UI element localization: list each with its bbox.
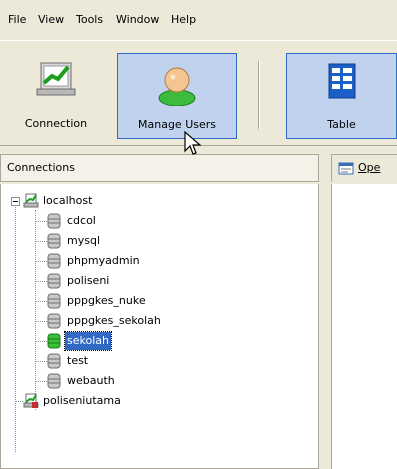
- collapse-icon[interactable]: [11, 197, 20, 206]
- right-panel-content: [331, 184, 397, 469]
- menu-window[interactable]: Window: [112, 12, 163, 28]
- table-button[interactable]: Table: [286, 53, 397, 139]
- tree-node-database[interactable]: test: [1, 352, 301, 370]
- tree-node-label: webauth: [67, 374, 115, 387]
- tab-open-label: Ope: [358, 161, 381, 174]
- tree-node-label: poliseni: [67, 274, 110, 287]
- tree-node-localhost[interactable]: localhost: [1, 192, 301, 210]
- open-icon: [338, 161, 354, 180]
- connections-panel-title: Connections: [0, 154, 319, 182]
- mouse-cursor-icon: [184, 130, 204, 160]
- tree-node-label: cdcol: [67, 214, 96, 227]
- tree-branch: [15, 401, 23, 402]
- tree-node-label: pppgkes_nuke: [67, 294, 146, 307]
- tab-open[interactable]: Ope: [331, 154, 397, 182]
- tree-node-database[interactable]: pppgkes_nuke: [1, 292, 301, 310]
- tree-node-database[interactable]: pppgkes_sekolah: [1, 312, 301, 330]
- tree-branch: [35, 381, 47, 382]
- menu-bar: File View Tools Window Help: [0, 0, 397, 40]
- connection-label: Connection: [24, 117, 88, 130]
- menu-tools[interactable]: Tools: [72, 12, 107, 28]
- tree-node-poliseniutama[interactable]: poliseniutama: [1, 392, 301, 410]
- connections-tree[interactable]: localhost cdcol mysql phpmyadmin polisen…: [0, 184, 319, 469]
- tree-node-database[interactable]: phpmyadmin: [1, 252, 301, 270]
- tree-branch: [35, 321, 47, 322]
- toolbar-separator: [258, 61, 260, 129]
- tree-node-database[interactable]: cdcol: [1, 212, 301, 230]
- table-label: Table: [327, 118, 356, 131]
- tree-branch: [35, 301, 47, 302]
- tree-branch: [35, 361, 47, 362]
- tree-branch: [35, 221, 47, 222]
- connection-icon: [34, 61, 78, 104]
- tree-branch: [35, 281, 47, 282]
- connections-panel: Connections localhost cdcol mysql phpmya…: [0, 154, 320, 469]
- manage-users-button[interactable]: Manage Users: [117, 53, 237, 139]
- tree-node-database[interactable]: poliseni: [1, 272, 301, 290]
- tree-node-label: poliseniutama: [43, 394, 121, 407]
- tree-node-label: mysql: [67, 234, 100, 247]
- right-panel: Ope: [331, 154, 397, 469]
- tree-node-label: localhost: [43, 194, 93, 207]
- tree-node-label: test: [67, 354, 89, 367]
- menu-file[interactable]: File: [4, 12, 30, 28]
- tree-node-label: phpmyadmin: [67, 254, 140, 267]
- menu-help[interactable]: Help: [167, 12, 200, 28]
- connection-button[interactable]: Connection: [4, 53, 108, 139]
- menu-view[interactable]: View: [34, 12, 68, 28]
- table-icon: [325, 62, 359, 105]
- tree-branch: [35, 241, 47, 242]
- tree-branch: [35, 261, 47, 262]
- tree-node-label: pppgkes_sekolah: [67, 314, 161, 327]
- tree-node-database[interactable]: webauth: [1, 372, 301, 390]
- tree-node-label: sekolah: [64, 331, 112, 351]
- tree-node-database[interactable]: mysql: [1, 232, 301, 250]
- manage-users-label: Manage Users: [138, 118, 216, 131]
- tree-branch: [35, 341, 47, 342]
- user-icon: [155, 62, 199, 109]
- server-icon: [23, 393, 39, 415]
- tree-node-database-selected[interactable]: sekolah: [1, 331, 301, 351]
